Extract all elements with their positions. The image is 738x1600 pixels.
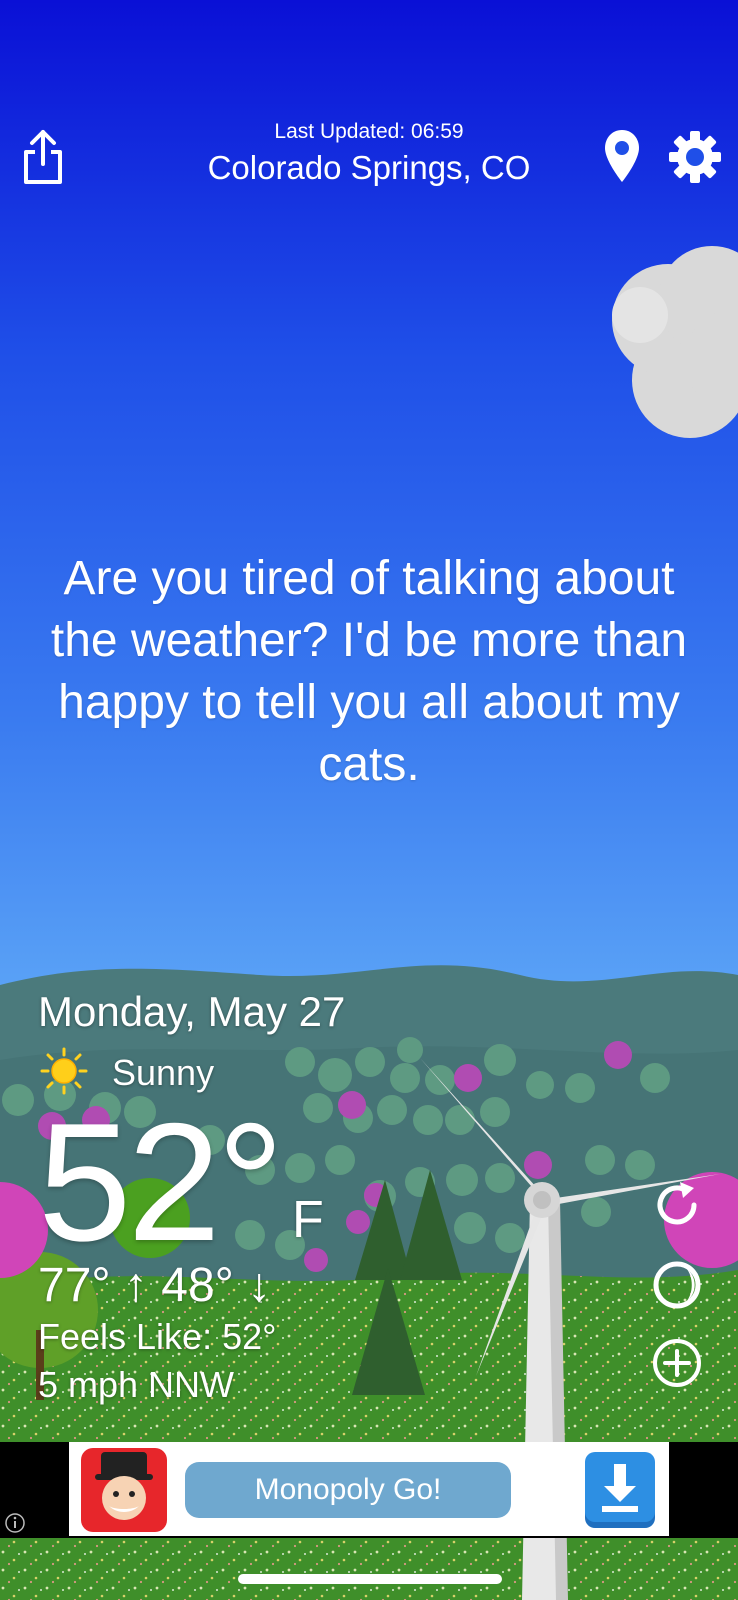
location-title[interactable]: Colorado Springs, CO [150, 146, 588, 190]
ad-title-bubble: Monopoly Go! [185, 1462, 511, 1518]
date-label: Monday, May 27 [38, 988, 346, 1035]
download-icon [585, 1452, 655, 1528]
ad-banner: Monopoly Go! [0, 1442, 738, 1538]
landscape-scene [0, 246, 738, 1600]
wind-label: 5 mph NNW [38, 1364, 235, 1405]
moon-phase-icon [653, 1261, 701, 1309]
high-low-temperature: 77° ↑ 48° ↓ [38, 1259, 272, 1312]
header-center: Last Updated: 06:59 Colorado Springs, CO [150, 118, 588, 190]
last-updated-label: Last Updated: 06:59 [274, 120, 464, 143]
top-bar: Last Updated: 06:59 Colorado Springs, CO [0, 110, 738, 200]
current-conditions: Monday, May 27 Sunny [38, 985, 398, 1099]
location-button[interactable] [603, 128, 641, 184]
current-temperature[interactable]: 52° [38, 1098, 284, 1266]
temperature-unit[interactable]: F [292, 1190, 324, 1250]
add-location-icon [653, 1339, 701, 1387]
ad-card[interactable]: Monopoly Go! [69, 1442, 669, 1536]
ad-download-button[interactable] [585, 1452, 655, 1528]
refresh-icon [657, 1182, 697, 1225]
share-button[interactable] [20, 128, 66, 186]
cloud [612, 246, 738, 438]
refresh-button[interactable] [650, 1178, 704, 1232]
weather-quip: Are you tired of talking about the weath… [50, 552, 688, 791]
gear-icon [669, 131, 721, 183]
info-icon [5, 1513, 25, 1533]
settings-button[interactable] [668, 130, 722, 184]
share-icon [24, 130, 62, 184]
location-pin-icon [605, 130, 639, 182]
add-location-button[interactable] [650, 1336, 704, 1390]
feels-like-label: Feels Like: 52° [38, 1316, 277, 1357]
home-indicator[interactable] [238, 1574, 502, 1584]
ad-logo-icon [81, 1448, 167, 1532]
ad-title: Monopoly Go! [254, 1473, 442, 1506]
ad-info-button[interactable] [4, 1512, 26, 1534]
moon-phase-button[interactable] [650, 1258, 704, 1312]
